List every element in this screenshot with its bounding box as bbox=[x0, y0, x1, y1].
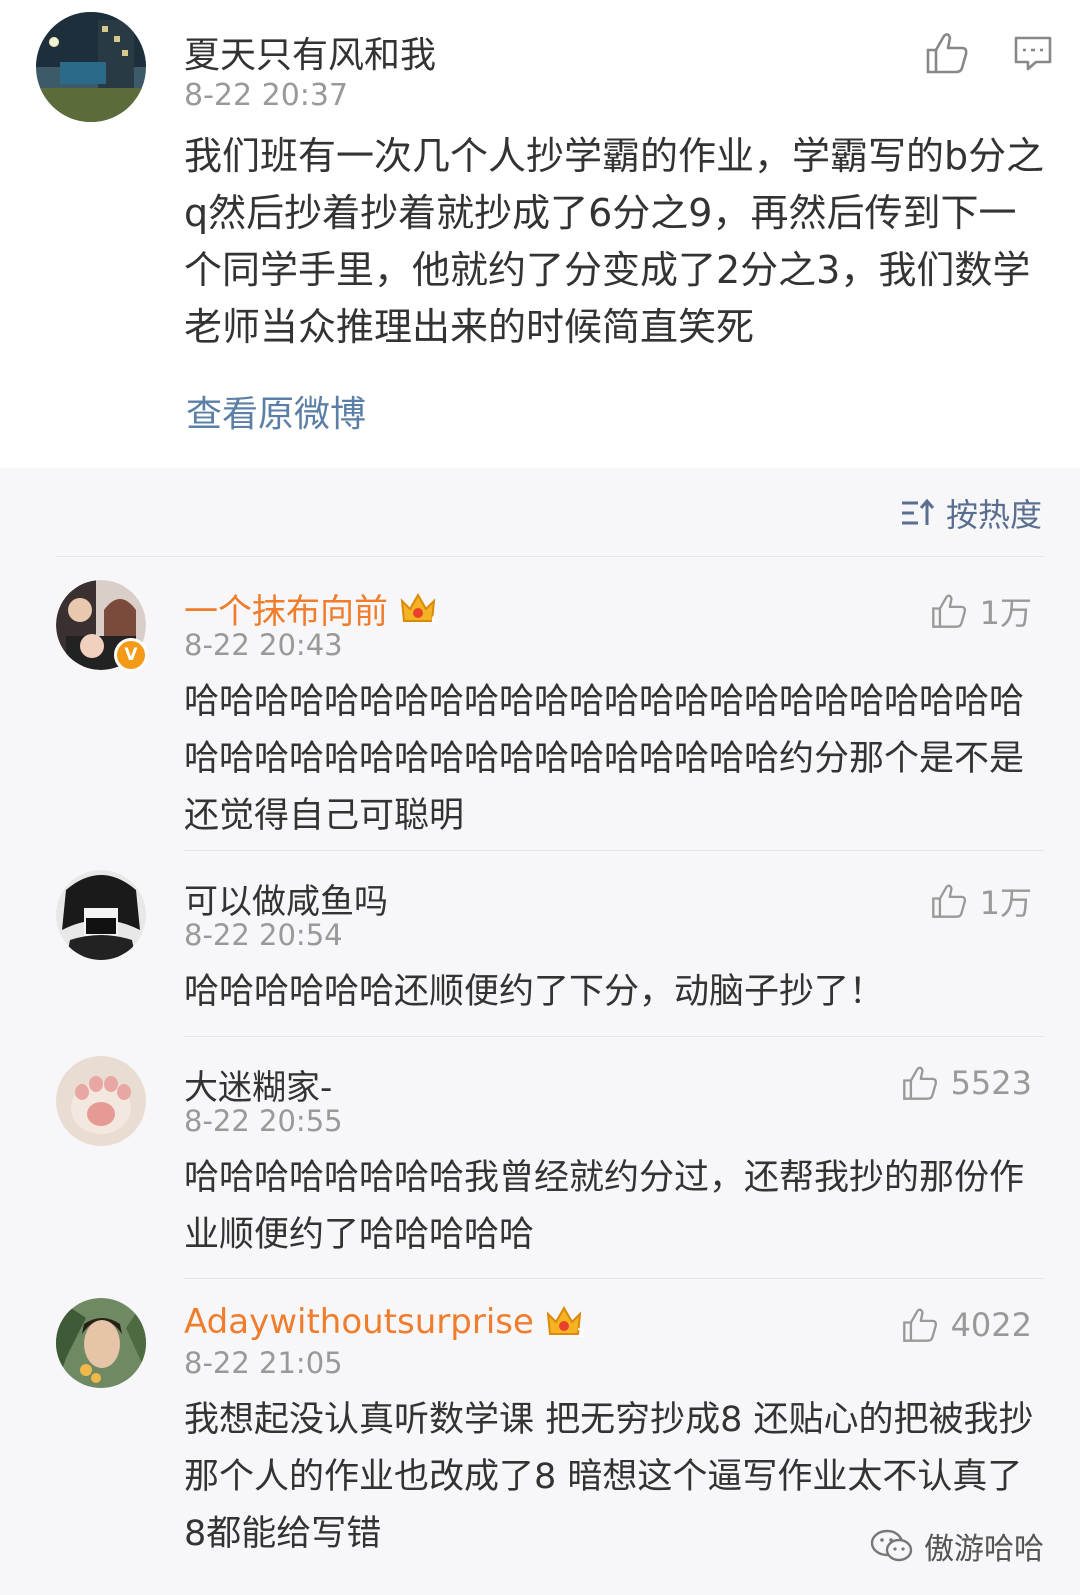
comment-icon[interactable] bbox=[1014, 36, 1052, 72]
comment-author-name[interactable]: 可以做咸鱼吗 bbox=[184, 874, 388, 923]
thumbs-up-icon bbox=[902, 1066, 937, 1100]
view-original-link[interactable]: 查看原微博 bbox=[186, 385, 366, 437]
sort-icon bbox=[901, 498, 934, 525]
avatar[interactable] bbox=[36, 12, 146, 122]
thumbs-up-icon bbox=[931, 594, 966, 628]
comment-author-name[interactable]: Adaywithoutsurprise 2 bbox=[184, 1302, 584, 1342]
comment-author-name-text[interactable]: Adaywithoutsurprise bbox=[184, 1302, 534, 1342]
avatar[interactable] bbox=[56, 870, 146, 960]
crown-icon: 2 bbox=[546, 1305, 584, 1340]
post-text: 我们班有一次几个人抄学霸的作业，学霸写的b分之q然后抄着抄着就抄成了6分之9，再… bbox=[184, 134, 1045, 349]
like-button[interactable]: 4022 bbox=[901, 1306, 1032, 1344]
verified-badge: V bbox=[114, 638, 148, 672]
wechat-icon bbox=[870, 1529, 913, 1562]
post-author-name[interactable]: 夏天只有风和我 bbox=[184, 26, 436, 78]
divider bbox=[184, 1278, 1044, 1279]
comment-timestamp: 8-22 20:55 bbox=[184, 1104, 343, 1138]
divider bbox=[184, 1036, 1044, 1037]
like-button[interactable]: 5523 bbox=[901, 1064, 1032, 1102]
crown-icon: 6 bbox=[400, 592, 438, 627]
comment-timestamp: 8-22 20:43 bbox=[184, 628, 343, 662]
avatar[interactable] bbox=[56, 1056, 146, 1146]
comment-text: 哈哈哈哈哈哈哈哈我曾经就约分过，还帮我抄的那份作业顺便约了哈哈哈哈哈 bbox=[184, 1158, 1025, 1255]
comment-text: 哈哈哈哈哈哈哈哈哈哈哈哈哈哈哈哈哈哈哈哈哈哈哈哈哈哈哈哈哈哈哈哈哈哈哈哈哈哈哈哈… bbox=[184, 682, 1025, 836]
like-count: 4022 bbox=[950, 1306, 1032, 1344]
comment-timestamp: 8-22 21:05 bbox=[184, 1346, 343, 1380]
member-level: 6 bbox=[431, 613, 438, 627]
sort-by-hot-button[interactable]: 按热度 bbox=[900, 490, 1042, 536]
like-button[interactable]: 1万 bbox=[930, 878, 1032, 924]
like-count: 1万 bbox=[979, 884, 1032, 922]
original-post: 夏天只有风和我 8-22 20:37 我们班有一次几个人抄学霸的作业，学霸写的b… bbox=[0, 0, 1080, 468]
like-count: 5523 bbox=[950, 1064, 1032, 1102]
watermark: 傲游哈哈 bbox=[870, 1524, 1044, 1568]
like-button[interactable]: 1万 bbox=[930, 588, 1032, 634]
member-level: 2 bbox=[577, 1326, 584, 1340]
sort-label: 按热度 bbox=[945, 496, 1042, 534]
thumbs-up-icon bbox=[902, 1308, 937, 1342]
comment-author-name[interactable]: 一个抹布向前 6 bbox=[184, 584, 438, 633]
like-count: 1万 bbox=[979, 594, 1032, 632]
thumbs-up-icon[interactable] bbox=[924, 30, 970, 76]
thumbs-up-icon bbox=[931, 884, 966, 918]
comment-author-name-text[interactable]: 一个抹布向前 bbox=[184, 584, 388, 633]
comment-text: 哈哈哈哈哈哈还顺便约了下分，动脑子抄了！ bbox=[184, 972, 885, 1012]
avatar[interactable]: V bbox=[56, 580, 148, 672]
divider bbox=[56, 556, 1044, 557]
watermark-text: 傲游哈哈 bbox=[924, 1532, 1044, 1567]
comment-author-name[interactable]: 大迷糊家- bbox=[184, 1060, 332, 1109]
post-timestamp: 8-22 20:37 bbox=[184, 78, 349, 113]
comment-timestamp: 8-22 20:54 bbox=[184, 918, 343, 952]
avatar[interactable] bbox=[56, 1298, 146, 1388]
divider bbox=[184, 850, 1044, 851]
